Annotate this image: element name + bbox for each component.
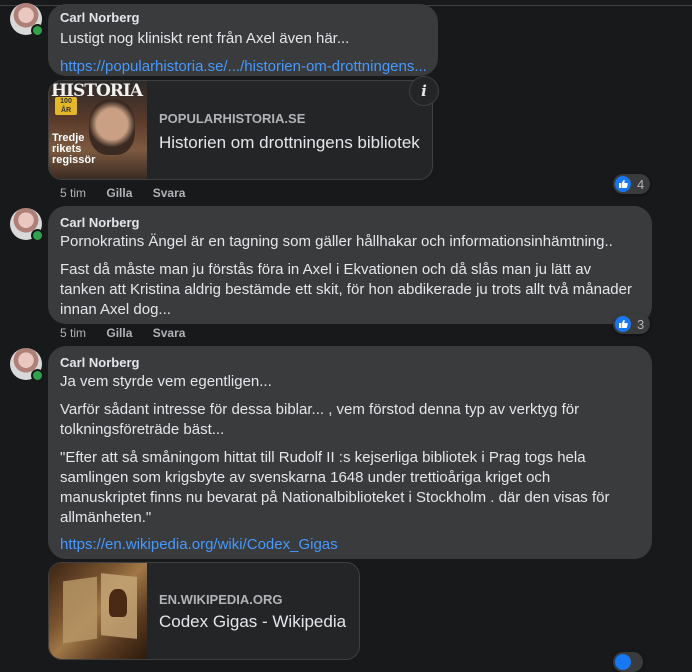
comment-bubble: Carl Norberg Lustigt nog kliniskt rent f…	[48, 4, 438, 76]
thumb-text: Tredje rikets regissör	[52, 132, 96, 166]
avatar[interactable]	[10, 348, 44, 382]
preview-domain: POPULARHISTORIA.SE	[159, 111, 306, 126]
comment-link[interactable]: https://popularhistoria.se/.../historien…	[60, 57, 426, 77]
like-button[interactable]: Gilla	[106, 326, 132, 340]
comment-actions: 5 tim Gilla Svara	[60, 326, 202, 340]
online-indicator-icon	[31, 369, 44, 382]
online-indicator-icon	[31, 24, 44, 37]
thumb-page	[63, 576, 97, 644]
reaction-number: 3	[637, 316, 645, 332]
preview-domain: EN.WIKIPEDIA.ORG	[159, 592, 283, 607]
info-icon[interactable]: i	[409, 76, 439, 106]
comment-paragraph: Ja vem styrde vem egentligen...	[60, 373, 272, 390]
reaction-count[interactable]: 3	[613, 314, 651, 334]
reaction-count[interactable]	[613, 652, 643, 672]
preview-thumbnail: HISTORIA 100 ÅR Tredje rikets regissör	[49, 81, 147, 179]
comment-text: Lustigt nog kliniskt rent från Axel även…	[60, 30, 350, 47]
comment-text: Pornokratins Ängel är en tagning som gäl…	[60, 232, 640, 320]
comment-text: Ja vem styrde vem egentligen... Varför s…	[60, 372, 640, 528]
link-preview-card[interactable]: HISTORIA 100 ÅR Tredje rikets regissör P…	[48, 80, 433, 180]
reaction-number: 4	[637, 176, 645, 192]
comment-paragraph: Fast då måste man ju förstås föra in Axe…	[60, 261, 632, 318]
comment-author[interactable]: Carl Norberg	[60, 215, 640, 231]
comment-actions: 5 tim Gilla Svara	[60, 186, 202, 200]
comment-paragraph: "Efter att så småningom hittat till Rudo…	[60, 449, 610, 526]
comment-bubble: Carl Norberg Ja vem styrde vem egentlige…	[48, 346, 652, 559]
like-icon	[615, 316, 631, 332]
comment-author[interactable]: Carl Norberg	[60, 355, 640, 371]
comment-link[interactable]: https://en.wikipedia.org/wiki/Codex_Giga…	[60, 535, 640, 555]
online-indicator-icon	[31, 229, 44, 242]
comment-time[interactable]: 5 tim	[60, 186, 86, 200]
preview-title[interactable]: Codex Gigas - Wikipedia	[159, 612, 346, 632]
reply-button[interactable]: Svara	[153, 186, 186, 200]
comment-time[interactable]: 5 tim	[60, 326, 86, 340]
reaction-count[interactable]: 4	[613, 174, 651, 194]
like-icon	[615, 654, 631, 670]
thumb-badge: 100 ÅR	[55, 97, 77, 115]
comment-paragraph: Varför sådant intresse för dessa biblar.…	[60, 401, 580, 438]
comment-bubble: Carl Norberg Pornokratins Ängel är en ta…	[48, 206, 652, 324]
link-preview-card[interactable]: EN.WIKIPEDIA.ORG Codex Gigas - Wikipedia	[48, 562, 360, 660]
thumb-figure	[109, 589, 127, 617]
comment-author[interactable]: Carl Norberg	[60, 10, 426, 26]
reply-button[interactable]: Svara	[153, 326, 186, 340]
avatar[interactable]	[10, 3, 44, 37]
comment-paragraph: Pornokratins Ängel är en tagning som gäl…	[60, 233, 613, 250]
like-button[interactable]: Gilla	[106, 186, 132, 200]
avatar[interactable]	[10, 208, 44, 242]
preview-title[interactable]: Historien om drottningens bibliotek	[159, 133, 420, 153]
preview-thumbnail	[49, 563, 147, 659]
like-icon	[615, 176, 631, 192]
